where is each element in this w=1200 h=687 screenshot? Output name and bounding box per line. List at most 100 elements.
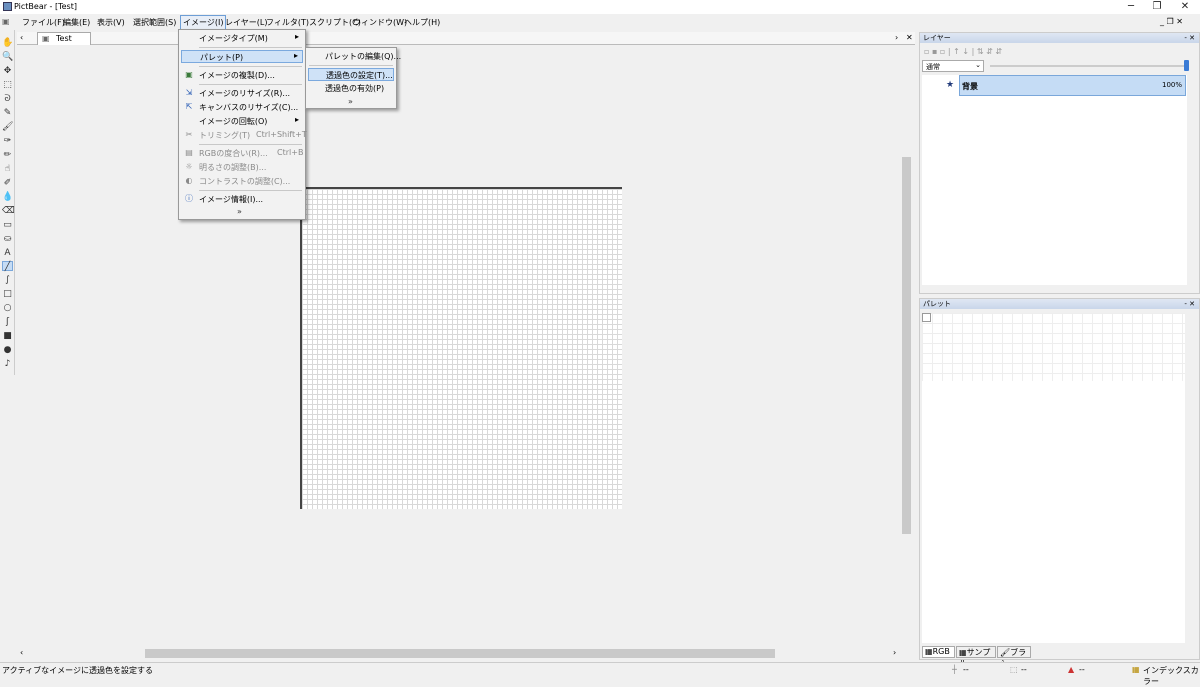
airbrush-icon[interactable]: ✑	[2, 136, 13, 146]
layer-toolbar[interactable]: ▫ ▪ ▫ | ↑ ↓ | ⇅ ⇵ ⇵	[924, 47, 1044, 57]
fill-icon[interactable]: ⛀	[2, 234, 13, 244]
menu-filter[interactable]: フィルタ(T)	[266, 17, 309, 28]
restore-button[interactable]: ❐	[1144, 0, 1170, 14]
ellipse-icon[interactable]: ○	[2, 303, 13, 313]
pen-icon[interactable]: ✎	[2, 108, 13, 118]
tab-rgb[interactable]: ▦RGB	[922, 646, 955, 658]
eraser-icon[interactable]: ⌫	[2, 206, 15, 216]
dropper-icon[interactable]: 💧	[2, 192, 13, 202]
palette-swatch-selected[interactable]	[922, 313, 931, 322]
palette-panel-controls[interactable]: - ✕	[1184, 299, 1195, 309]
scroll-left-icon[interactable]: ‹	[20, 648, 23, 657]
lasso-icon[interactable]: ᘐ	[2, 94, 13, 104]
menu-file[interactable]: ファイル(F)	[22, 17, 65, 28]
freeform-icon[interactable]: ʃ	[2, 317, 13, 327]
menu-edit-palette[interactable]: パレットの編集(Q)...	[308, 50, 401, 63]
tab-sample[interactable]: ▦サンプル	[956, 646, 996, 668]
submenu-expand-icon[interactable]: »	[348, 97, 353, 106]
tab-brush[interactable]: 🖌ブラシ	[997, 646, 1031, 668]
scroll-right-icon[interactable]: ›	[893, 648, 896, 657]
menu-window[interactable]: ウィンドウ(W)	[353, 17, 407, 28]
menu-enable-transparent-color[interactable]: 透過色の有効(P)	[308, 82, 394, 95]
move-icon[interactable]: ✥	[2, 66, 13, 76]
chevron-down-icon: ⌄	[975, 61, 981, 69]
menu-layer[interactable]: レイヤー(L)	[225, 17, 267, 28]
menu-help[interactable]: ヘルプ(H)	[404, 17, 440, 28]
menu-resize-canvas[interactable]: ⇱ キャンバスのリサイズ(C)...	[181, 101, 303, 114]
layer-name: 背景	[962, 82, 978, 91]
brush-icon[interactable]: 🖌	[2, 122, 13, 132]
layer-row[interactable]: ★ 背景 100%	[922, 75, 1187, 96]
gradient-icon[interactable]: ▭	[2, 220, 13, 230]
horizontal-scroll-thumb[interactable]	[145, 649, 775, 658]
text-icon[interactable]: A	[2, 248, 13, 258]
opacity-slider-track[interactable]	[990, 65, 1186, 67]
palette-swatches[interactable]	[922, 313, 1185, 381]
menu-rgb-level[interactable]: ▤ RGBの度合い(R)... Ctrl+B	[181, 147, 303, 160]
palette-scrollbar[interactable]	[1187, 313, 1199, 643]
horizontal-scrollbar[interactable]: ‹ ›	[17, 647, 900, 660]
menu-contrast[interactable]: ◐ コントラストの調整(C)...	[181, 175, 303, 188]
menu-separator	[309, 65, 393, 66]
palette-grid[interactable]	[922, 313, 1185, 643]
finger-icon[interactable]: ☝	[2, 164, 13, 174]
filled-rect-icon[interactable]: ■	[2, 331, 13, 341]
blend-mode-select[interactable]: 通常 ⌄	[922, 60, 984, 72]
tab-test[interactable]: ▣ Test	[37, 32, 91, 45]
blend-mode-value: 通常	[926, 63, 940, 71]
menu-brightness[interactable]: ☼ 明るさの調整(B)...	[181, 161, 303, 174]
menu-edit[interactable]: 編集(E)	[63, 17, 90, 28]
mdi-controls[interactable]: _ ❐ ✕	[1160, 17, 1183, 26]
rect-select-icon[interactable]: ⬚	[2, 80, 13, 90]
tab-close-icon[interactable]: ✕	[906, 33, 913, 42]
window-title: PictBear - [Test]	[14, 2, 77, 11]
menu-image-type[interactable]: イメージタイプ(M) ▸	[181, 32, 303, 45]
document-icon: ▣	[42, 34, 50, 43]
menu-selection[interactable]: 選択範囲(S)	[133, 17, 176, 28]
vertical-scroll-thumb[interactable]	[902, 157, 911, 534]
layer-list-scrollbar[interactable]	[1187, 75, 1199, 285]
menu-image[interactable]: イメージ(I)	[180, 15, 227, 30]
menu-resize-image[interactable]: ⇲ イメージのリサイズ(R)...	[181, 87, 303, 100]
menu-separator	[199, 47, 302, 48]
menu-image-info[interactable]: ⓘ イメージ情報(I)...	[181, 193, 303, 206]
palette-panel-title: パレット - ✕	[920, 299, 1199, 309]
marker-icon[interactable]: ✐	[2, 178, 13, 188]
filled-ellipse-icon[interactable]: ●	[2, 345, 13, 355]
rgb-icon: ▦	[925, 647, 933, 656]
rectangle-icon[interactable]: □	[2, 289, 13, 299]
layer-panel-controls[interactable]: - ✕	[1184, 33, 1195, 43]
layer-panel-title-text: レイヤー	[923, 34, 951, 42]
status-message: アクティブなイメージに透過色を設定する	[2, 666, 153, 675]
vertical-scrollbar[interactable]	[900, 46, 914, 646]
contrast-icon: ◐	[185, 176, 193, 185]
menu-trimming[interactable]: ✂ トリミング(T) Ctrl+Shift+T	[181, 129, 307, 142]
filled-freeform-icon[interactable]: ♪	[2, 359, 13, 369]
image-canvas[interactable]	[300, 187, 622, 509]
tab-label: Test	[56, 34, 72, 43]
curve-icon[interactable]: ∫	[2, 275, 13, 285]
tab-scroll-right-icon[interactable]: ›	[895, 33, 898, 42]
menu-view[interactable]: 表示(V)	[97, 17, 125, 28]
opacity-slider-thumb[interactable]	[1184, 60, 1189, 71]
menu-palette[interactable]: パレット(P) ▸	[181, 50, 303, 63]
menu-rotate-image[interactable]: イメージの回転(O) ▸	[181, 115, 303, 128]
layer-list: ★ 背景 100%	[922, 75, 1187, 285]
title-bar: PictBear - [Test] ─ ❐ ✕	[0, 0, 1200, 14]
minimize-button[interactable]: ─	[1118, 0, 1144, 14]
pencil-icon[interactable]: ✏	[2, 150, 13, 160]
hand-icon[interactable]: ✋	[2, 38, 13, 48]
sample-icon: ▦	[959, 648, 967, 657]
line-icon[interactable]: ╱	[2, 261, 13, 272]
close-button[interactable]: ✕	[1172, 0, 1198, 14]
mdi-icon[interactable]: ▣	[2, 17, 10, 26]
active-layer-star-icon: ★	[946, 80, 955, 90]
tab-scroll-left-icon[interactable]: ‹	[20, 33, 23, 42]
zoom-icon[interactable]: 🔍	[2, 52, 13, 62]
menu-expand-icon[interactable]: »	[237, 207, 242, 216]
rgb-icon: ▤	[185, 148, 193, 157]
menu-duplicate-image[interactable]: ▣ イメージの複製(D)...	[181, 69, 303, 82]
status-bar: アクティブなイメージに透過色を設定する ┼ -- ⬚ -- ▲ -- ▦ インデ…	[0, 662, 1200, 686]
layer-name-cell[interactable]: 背景 100%	[959, 75, 1186, 96]
menu-set-transparent-color[interactable]: 透過色の設定(T)...	[308, 68, 394, 81]
